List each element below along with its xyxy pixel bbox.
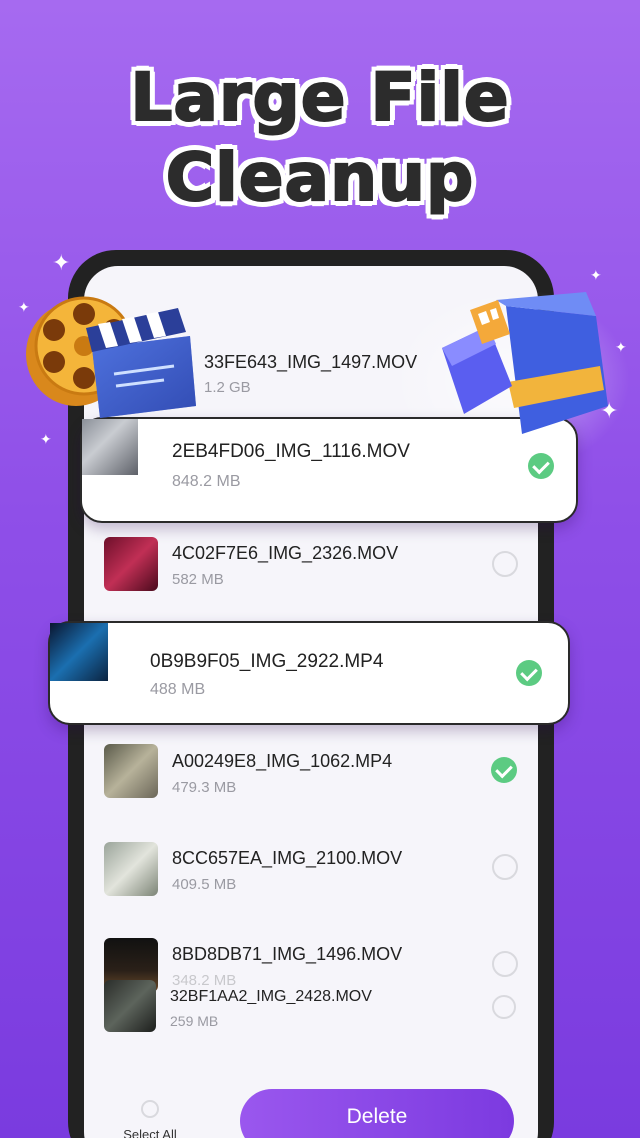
- headline: Large File Cleanup: [0, 58, 640, 218]
- select-all[interactable]: Select All: [112, 1100, 188, 1138]
- video-thumbnail: [104, 980, 156, 1032]
- file-name: 32BF1AA2_IMG_2428.MOV: [170, 988, 372, 1005]
- checkbox[interactable]: [492, 951, 518, 977]
- file-size: 1.2 GB: [204, 379, 251, 396]
- video-thumbnail: [104, 744, 158, 798]
- file-size: 348.2 MB: [172, 972, 237, 989]
- checkbox-checked[interactable]: [528, 453, 554, 479]
- file-name: 8CC657EA_IMG_2100.MOV: [172, 848, 403, 868]
- headline-line-1: Large File: [129, 58, 510, 137]
- select-all-checkbox[interactable]: [141, 1100, 159, 1118]
- checkbox-checked[interactable]: [516, 660, 542, 686]
- checkbox[interactable]: [492, 854, 518, 880]
- sparkle-icon: ✦: [615, 339, 627, 355]
- video-thumbnail: [82, 419, 138, 475]
- file-name: 8BD8DB71_IMG_1496.MOV: [172, 944, 403, 964]
- list-item-highlighted[interactable]: 0B9B9F05_IMG_2922.MP4 488 MB: [48, 621, 570, 725]
- file-name: 0B9B9F05_IMG_2922.MP4: [150, 651, 384, 672]
- file-name: 4C02F7E6_IMG_2326.MOV: [172, 543, 399, 563]
- video-thumbnail: [104, 537, 158, 591]
- file-size: 259 MB: [170, 1013, 219, 1029]
- file-name: 2EB4FD06_IMG_1116.MOV: [172, 441, 410, 462]
- file-size: 409.5 MB: [172, 876, 237, 893]
- headline-line-2: Cleanup: [165, 138, 475, 217]
- checkbox[interactable]: [492, 995, 516, 1019]
- video-thumbnail: [50, 623, 108, 681]
- sparkle-icon: ✦: [590, 267, 602, 283]
- file-size: 479.3 MB: [172, 779, 237, 796]
- video-thumbnail: [104, 842, 158, 896]
- sparkle-icon: ✦: [40, 431, 52, 447]
- select-all-label: Select All: [123, 1127, 177, 1138]
- file-name: 33FE643_IMG_1497.MOV: [204, 352, 418, 372]
- sparkle-icon: ✦: [52, 250, 71, 275]
- clapperboard-icon: [86, 308, 196, 418]
- film-reel-icon: [26, 296, 196, 418]
- folder-icon: [496, 292, 608, 434]
- usb-drive-icon: [442, 292, 608, 434]
- checkbox-checked[interactable]: [491, 757, 517, 783]
- file-size: 488 MB: [150, 681, 206, 698]
- file-name: A00249E8_IMG_1062.MP4: [172, 751, 393, 771]
- checkbox[interactable]: [492, 551, 518, 577]
- file-size: 848.2 MB: [172, 473, 241, 490]
- delete-button[interactable]: Delete: [240, 1089, 514, 1138]
- file-size: 582 MB: [172, 571, 224, 588]
